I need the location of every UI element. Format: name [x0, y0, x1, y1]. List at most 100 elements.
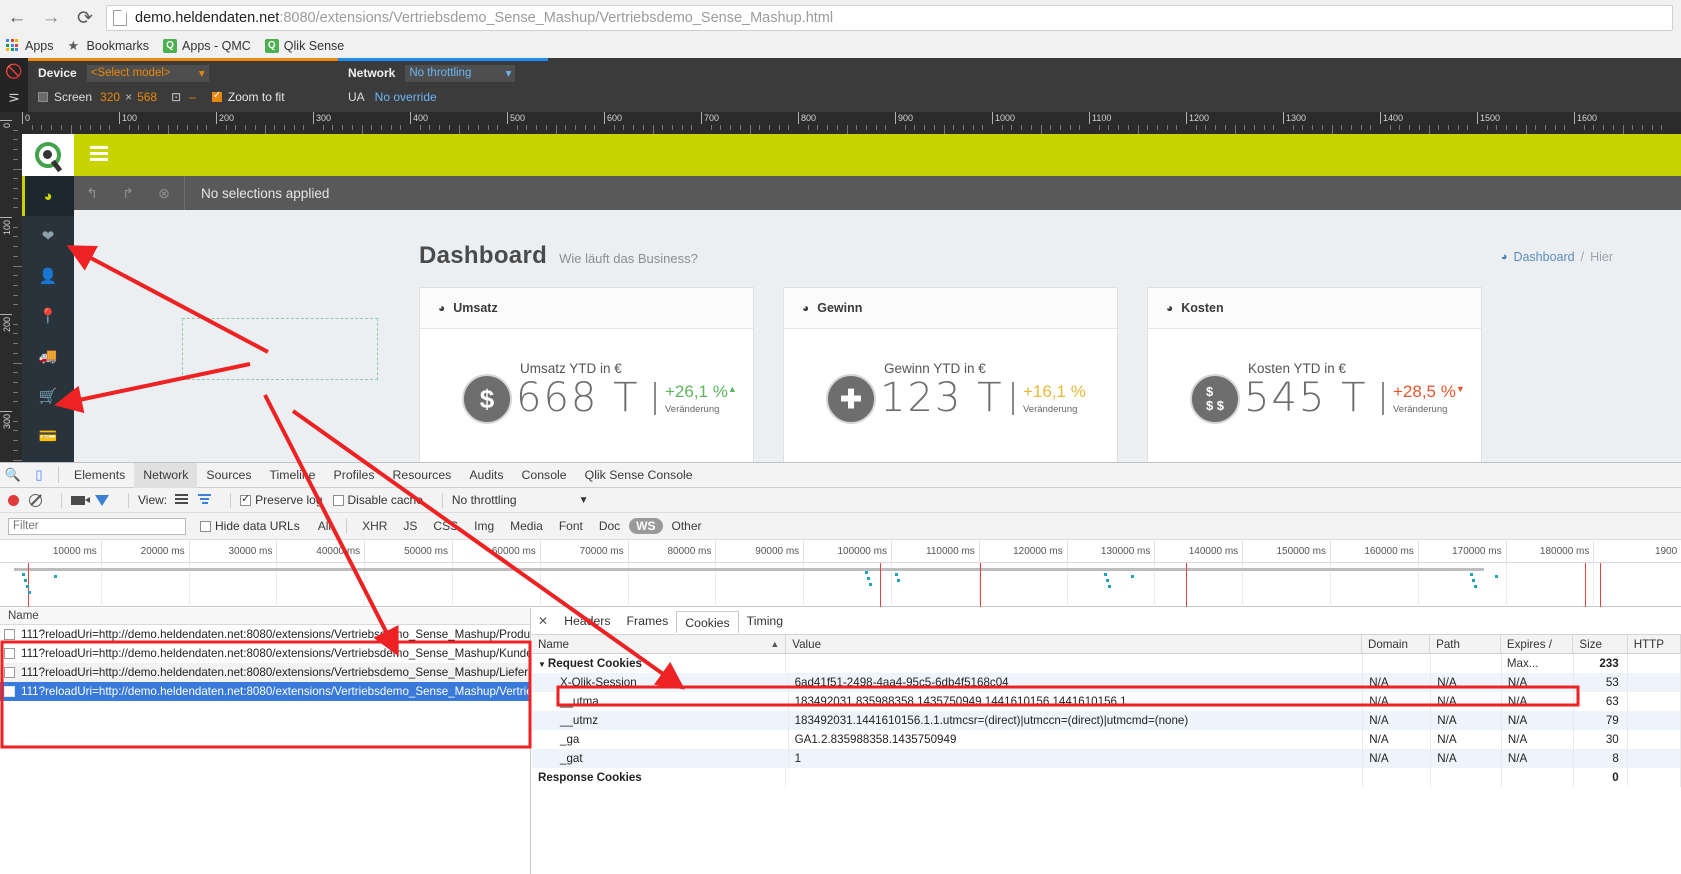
throttling-value[interactable]: No throttling [452, 493, 517, 507]
filter-toggle-button[interactable] [95, 494, 109, 506]
tab-audits[interactable]: Audits [460, 463, 512, 488]
sidebar-item-payments[interactable]: 💳 [22, 416, 74, 456]
zoom-to-fit-toggle[interactable]: Zoom to fit [211, 90, 285, 104]
request-list-header[interactable]: Name [0, 608, 530, 625]
device-toggle-icon[interactable]: ▯ [26, 463, 52, 488]
column-header-size[interactable]: Size [1573, 634, 1628, 654]
kpi-card-kosten[interactable]: ◕ Kosten $ $ $ Kosten YTD in € 545 T +28,… [1147, 287, 1482, 462]
table-row[interactable]: _gat 1 N/A N/A N/A 8 [532, 749, 1681, 768]
tab-frames[interactable]: Frames [619, 612, 677, 630]
tab-elements[interactable]: Elements [65, 463, 134, 488]
selection-forward-icon[interactable]: ↱ [110, 176, 146, 210]
cell-name: X-Qlik-Session [532, 673, 789, 692]
close-icon[interactable]: ✕ [538, 614, 548, 628]
column-header-domain[interactable]: Domain [1362, 634, 1431, 654]
table-row[interactable]: 111?reloadUri=http://demo.heldendaten.ne… [0, 625, 530, 644]
sidebar-item-customers[interactable]: 👤 [22, 256, 74, 296]
ruler-tick [477, 125, 479, 130]
back-button[interactable]: ← [0, 0, 34, 36]
capture-screenshots-button[interactable] [71, 495, 90, 505]
ua-override-value[interactable]: No override [375, 90, 437, 104]
qlik-logo[interactable] [22, 134, 74, 176]
record-button[interactable] [8, 494, 19, 506]
hide-data-urls-checkbox[interactable]: Hide data URLs [200, 519, 300, 533]
table-row[interactable]: 111?reloadUri=http://demo.heldendaten.ne… [0, 644, 530, 663]
sidebar-item-sales[interactable]: 🛒 [22, 376, 74, 416]
network-throttling-select[interactable]: No throttling ▾ [405, 64, 516, 82]
ruler-tick [1515, 125, 1517, 130]
table-row[interactable]: _ga GA1.2.835988358.1435750949 N/A N/A N/A 30 [532, 730, 1681, 749]
zoom-to-fit-checkbox[interactable] [211, 90, 222, 102]
device-model-select[interactable]: <Select model> ▾ [86, 64, 209, 82]
sidebar-item-dashboard[interactable]: ◕ [22, 176, 74, 216]
tab-resources[interactable]: Resources [384, 463, 461, 488]
chevron-down-icon[interactable]: ▼ [579, 495, 589, 506]
type-filter-img[interactable]: Img [467, 518, 501, 534]
column-header-expires[interactable]: Expires / Max... [1501, 634, 1574, 670]
device-pixel-ratio-value[interactable]: – [189, 90, 196, 104]
type-filter-ws[interactable]: WS [629, 518, 663, 534]
chevron-down-icon[interactable]: ▼ [538, 655, 546, 673]
tab-network[interactable]: Network [134, 462, 198, 488]
tab-profiles[interactable]: Profiles [325, 463, 384, 488]
screen-width-input[interactable]: 320 [100, 90, 120, 104]
table-row[interactable]: Response Cookies 0 [532, 768, 1681, 787]
bookmark-apps-qmc[interactable]: Q Apps - QMC [163, 39, 251, 53]
type-filter-xhr[interactable]: XHR [355, 518, 394, 534]
column-header-value[interactable]: Value [786, 634, 1362, 654]
tab-qlik-sense-console[interactable]: Qlik Sense Console [576, 463, 702, 488]
screen-height-input[interactable]: 568 [137, 90, 157, 104]
breadcrumb-link-dashboard[interactable]: Dashboard [1513, 250, 1574, 264]
address-bar[interactable]: demo.heldendaten.net:8080/extensions/Ver… [106, 5, 1673, 31]
device-pixel-ratio-icon[interactable]: ⊡ [171, 90, 181, 104]
tab-timing[interactable]: Timing [739, 612, 791, 630]
timeline-tick-cell: 90000 ms [716, 541, 805, 563]
tab-sources[interactable]: Sources [197, 463, 260, 488]
type-filter-doc[interactable]: Doc [592, 518, 627, 534]
preserve-log-checkbox[interactable]: Preserve log [240, 492, 323, 507]
reload-button[interactable]: ⟳ [68, 0, 102, 36]
table-row[interactable]: __utmz 183492031.1441610156.1.1.utmcsr=(d… [532, 711, 1681, 730]
search-icon[interactable]: 🔍 [0, 463, 26, 488]
table-row[interactable]: 111?reloadUri=http://demo.heldendaten.ne… [0, 663, 530, 682]
clear-selections-icon[interactable]: ⊗ [146, 176, 182, 210]
table-row[interactable]: 111?reloadUri=http://demo.heldendaten.ne… [0, 682, 530, 701]
type-filter-other[interactable]: Other [665, 518, 709, 534]
kpi-card-umsatz[interactable]: ◕ Umsatz $ Umsatz YTD in € 668 T +26,1 %… [419, 287, 754, 462]
network-timeline-overview[interactable]: 10000 ms 20000 ms 30000 ms 40000 ms 50000 ms… [0, 541, 1681, 607]
filter-input[interactable] [8, 517, 186, 535]
table-row[interactable]: __utma 183492031.835988358.1435750949.144… [532, 692, 1681, 711]
type-filter-font[interactable]: Font [552, 518, 590, 534]
forward-button[interactable]: → [34, 0, 68, 36]
sort-ascending-icon: ▲ [770, 638, 780, 649]
sidebar-item-locations[interactable]: 📍 [22, 296, 74, 336]
bookmark-bookmarks[interactable]: ★ Bookmarks [68, 39, 150, 53]
column-header-path[interactable]: Path [1430, 634, 1501, 654]
type-filter-all[interactable]: All [311, 518, 338, 534]
selection-back-icon[interactable]: ↰ [74, 176, 110, 210]
table-row[interactable]: X-Qlik-Session 6ad41f51-2498-4aa4-95c5-6d… [532, 673, 1681, 692]
column-header-name[interactable]: Name ▲ [532, 634, 787, 654]
type-filter-js[interactable]: JS [396, 518, 424, 534]
tab-cookies[interactable]: Cookies [676, 611, 739, 633]
bookmark-qlik-sense[interactable]: Q Qlik Sense [264, 39, 344, 53]
tab-headers[interactable]: Headers [556, 612, 618, 630]
ruler-tick [439, 125, 441, 130]
kpi-card-gewinn[interactable]: ◕ Gewinn ✚ Gewinn YTD in € 123 T +16,1 %… [783, 287, 1118, 462]
disable-cache-checkbox[interactable]: Disable cache [332, 493, 423, 507]
menu-icon[interactable] [90, 146, 108, 161]
screen-checkbox[interactable] [38, 92, 48, 102]
column-header-http[interactable]: HTTP [1628, 634, 1681, 654]
timing-view-icon[interactable] [198, 494, 212, 506]
sidebar-item-products[interactable]: ❤ [22, 216, 74, 256]
list-view-icon[interactable] [175, 494, 189, 506]
type-filter-media[interactable]: Media [503, 518, 550, 534]
bookmark-apps[interactable]: Apps [6, 39, 54, 53]
clear-button[interactable] [29, 493, 42, 507]
tab-timeline[interactable]: Timeline [261, 463, 325, 488]
tab-console[interactable]: Console [513, 463, 576, 488]
sidebar-item-delivery[interactable]: 🚚 [22, 336, 74, 376]
network-conditions-icon[interactable]: ⋝ [0, 84, 28, 110]
no-emulation-icon[interactable]: 🚫 [0, 58, 28, 84]
type-filter-css[interactable]: CSS [426, 518, 465, 534]
